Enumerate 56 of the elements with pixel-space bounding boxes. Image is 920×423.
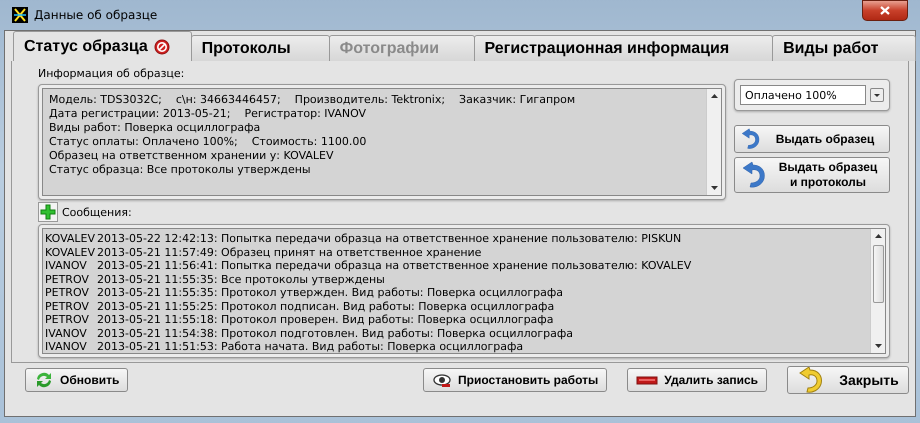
group-label: Сообщения: <box>62 206 132 218</box>
info-line: Статус оплаты: Оплачено 100%; Стоимость: 1100.00 <box>49 135 368 148</box>
message-user: IVANOV <box>45 340 88 354</box>
down-arrow-icon <box>874 343 882 349</box>
tab[interactable]: Протоколы <box>190 35 330 61</box>
message-user: PETROV <box>45 313 90 326</box>
prohibited-icon <box>154 38 170 54</box>
message-text: 2013-05-21 11:55:35: Протокол утвержден. Вид работы: Поверка осциллографа <box>97 286 563 300</box>
caret-icon <box>873 92 881 98</box>
message-text: 2013-05-21 11:55:35: Все протоколы утверждены <box>97 272 385 286</box>
group-label: Информация об образце: <box>38 67 186 80</box>
scrollbar[interactable] <box>706 89 721 195</box>
refresh-button[interactable]: Обновить <box>25 368 128 392</box>
up-arrow-icon <box>710 93 718 99</box>
add-button[interactable] <box>38 202 58 222</box>
refresh-icon <box>34 370 54 390</box>
message-text: 2013-05-22 12:42:13: Попытка передачи образца на ответственное хранение пользователю: PISKUN <box>97 232 682 246</box>
message-user: IVANOV <box>45 259 88 272</box>
close-icon <box>879 5 891 16</box>
message-text: 2013-05-21 11:56:41: Попытка передачи образца на ответственное хранение пользователю: KOVALEV <box>97 259 692 272</box>
message-text: 2013-05-21 11:51:53: Работа начата. Вид работы: Поверка осциллографа <box>97 340 524 354</box>
message-text: 2013-05-21 11:55:25: Протокол подписан. Вид работы: Поверка осциллографа <box>97 300 554 313</box>
message-user: PETROV <box>45 300 90 313</box>
message-text: 2013-05-21 11:57:49: Образец принят на ответственное хранение <box>97 246 482 259</box>
issue-button[interactable]: Выдать образец <box>734 125 890 153</box>
down-arrow-icon <box>710 185 718 191</box>
tab[interactable]: Статус образца <box>13 31 192 61</box>
tab[interactable]: Виды работ <box>772 35 916 61</box>
scrollbar[interactable] <box>870 229 885 353</box>
message-user: PETROV <box>45 272 90 286</box>
message-text: 2013-05-21 11:54:38: Протокол подготовлен. Вид работы: Поверка осциллографа <box>97 326 573 340</box>
close-button[interactable] <box>862 0 908 21</box>
issue-button[interactable]: Выдать образец и протоколы <box>734 157 890 193</box>
info-line: Виды работ: Поверка осциллографа <box>49 121 262 134</box>
info-line: Статус образца: Все протоколы утверждены <box>49 163 312 176</box>
up-arrow-icon <box>874 233 882 239</box>
app-icon <box>12 7 28 23</box>
delete-button[interactable]: Удалить запись <box>627 368 767 392</box>
message-user: KOVALEV <box>45 232 96 246</box>
eye-icon <box>432 372 452 388</box>
scrollbar-thumb[interactable] <box>872 245 884 303</box>
window-title: Данные об образце <box>34 8 158 22</box>
message-user: IVANOV <box>45 326 88 340</box>
plus-icon <box>40 204 56 220</box>
info-line: Образец на ответственном хранении у: KOVALEV <box>49 149 335 162</box>
dropdown-button[interactable] <box>870 88 884 102</box>
undo-icon <box>739 128 761 150</box>
info-line: Дата регистрации: 2013-05-21; Регистратор: IVANOV <box>49 107 368 120</box>
message-user: KOVALEV <box>45 246 96 259</box>
message-text: 2013-05-21 11:55:18: Протокол проверен. Вид работы: Поверка осциллографа <box>97 313 554 326</box>
message-user: PETROV <box>45 286 90 300</box>
tab[interactable]: Регистрационная информация <box>474 35 774 61</box>
info-line: Модель: TDS3032C; с\н: 34663446457; Производитель: Tektronix; Заказчик: Гигапром <box>49 93 576 106</box>
payment-status-select[interactable]: Оплачено 100% <box>740 85 866 105</box>
close-button[interactable]: Закрыть <box>787 366 909 394</box>
suspend-button[interactable]: Приостановить работы <box>423 368 608 392</box>
